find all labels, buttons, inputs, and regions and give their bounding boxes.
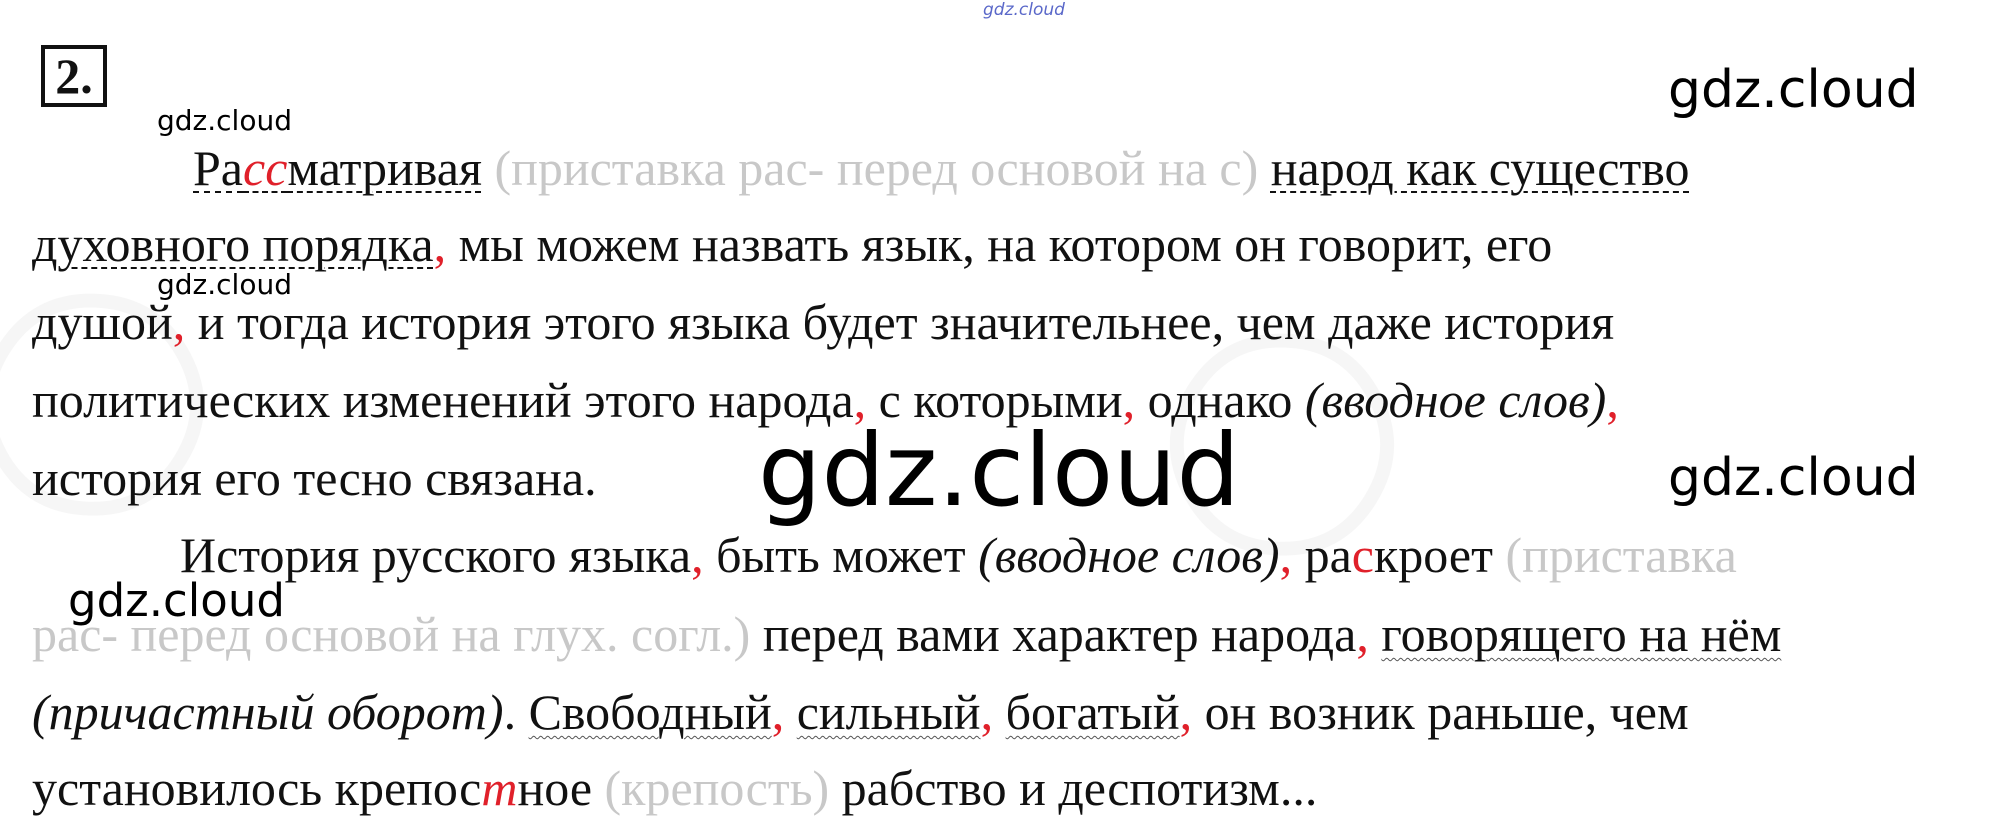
grammar-note: (приставка рас- перед основой на с) bbox=[494, 140, 1259, 196]
text-fragment: он возник раньше, чем bbox=[1204, 684, 1689, 740]
red-comma: , bbox=[1179, 684, 1193, 740]
red-comma: , bbox=[1606, 372, 1619, 428]
underlined-word: Свободный bbox=[528, 684, 772, 740]
grammar-note: (причастный оборот) bbox=[32, 684, 504, 740]
watermark-large: gdz.cloud bbox=[758, 412, 1241, 529]
underlined-word: богатый bbox=[1005, 684, 1180, 740]
grammar-note: (крепость) bbox=[604, 760, 830, 816]
text-line-1: Рассматривая (приставка рас- перед основ… bbox=[193, 138, 1690, 198]
red-comma: , bbox=[172, 294, 186, 350]
text-line-5: история его тесно связана. bbox=[32, 448, 597, 508]
text-line-2: духовного порядка, мы можем назвать язык… bbox=[32, 214, 1552, 274]
text-line-7: рас- перед основой на глух. согл.) перед… bbox=[32, 604, 1781, 664]
red-comma: , bbox=[1279, 527, 1293, 583]
grammar-note: (вводное слов) bbox=[1304, 372, 1607, 428]
text-fragment: душой bbox=[32, 294, 173, 350]
watermark-small: gdz.cloud bbox=[68, 574, 285, 627]
word-raskroet: раскроет bbox=[1304, 527, 1493, 583]
text-fragment: мы можем назвать язык, на котором он гов… bbox=[458, 216, 1553, 272]
text-fragment: рабство и деспотизм... bbox=[841, 760, 1318, 816]
watermark-small: gdz.cloud bbox=[157, 104, 292, 137]
task-number: 2. bbox=[41, 45, 107, 107]
word-krepostnoe: установилось крепостное bbox=[32, 760, 593, 816]
red-comma: , bbox=[771, 684, 785, 740]
grammar-note: (вводное слов) bbox=[978, 527, 1280, 583]
text-line-3: душой, и тогда история этого языка будет… bbox=[32, 292, 1614, 352]
period: . bbox=[503, 684, 517, 740]
watermark-medium: gdz.cloud bbox=[1668, 448, 1919, 508]
text-fragment: и тогда история этого языка будет значит… bbox=[197, 294, 1615, 350]
red-comma: , bbox=[980, 684, 994, 740]
watermark-medium: gdz.cloud bbox=[1668, 60, 1919, 120]
underlined-phrase: духовного порядка bbox=[32, 216, 434, 272]
underlined-word: сильный bbox=[796, 684, 981, 740]
red-comma: , bbox=[433, 216, 447, 272]
text-fragment: политических изменений этого народа bbox=[32, 372, 854, 428]
text-fragment: быть может bbox=[716, 527, 966, 583]
underlined-phrase: говорящего на нём bbox=[1381, 606, 1782, 662]
word-rassmatrivaya: Рассматривая bbox=[193, 140, 482, 196]
watermark-small: gdz.cloud bbox=[157, 268, 292, 301]
text-fragment: история его тесно связана. bbox=[32, 450, 597, 506]
red-comma: , bbox=[691, 527, 704, 583]
text-fragment: перед вами характер народа bbox=[762, 606, 1357, 662]
red-comma: , bbox=[1356, 606, 1369, 662]
text-line-6: История русского языка, быть может (ввод… bbox=[180, 525, 1737, 585]
grammar-note: (приставка bbox=[1505, 527, 1737, 583]
watermark-top: gdz.cloud bbox=[983, 0, 1065, 20]
text-line-9: установилось крепостное (крепость) рабст… bbox=[32, 758, 1317, 818]
text-line-8: (причастный оборот). Свободный, сильный,… bbox=[32, 682, 1689, 742]
underlined-phrase: народ как существо bbox=[1270, 140, 1690, 196]
